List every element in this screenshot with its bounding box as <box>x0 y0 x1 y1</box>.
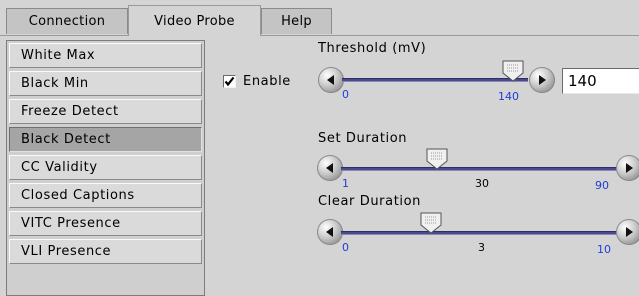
set-duration-max-label: 90 <box>595 179 609 192</box>
set-duration-title: Set Duration <box>318 131 408 146</box>
left-arrow-icon <box>326 227 333 237</box>
right-arrow-icon <box>626 163 633 173</box>
tab-bar: Connection Video Probe Help <box>0 0 639 36</box>
clear-duration-min-label: 0 <box>342 241 349 254</box>
enable-toggle[interactable]: Enable <box>223 74 291 89</box>
left-arrow-icon <box>326 163 333 173</box>
threshold-decrement-button[interactable] <box>318 67 344 93</box>
clear-duration-title: Clear Duration <box>318 194 421 209</box>
clear-duration-slider-track[interactable] <box>341 231 619 235</box>
clear-duration-value-label: 3 <box>478 241 485 254</box>
threshold-increment-button[interactable] <box>529 67 555 93</box>
sidebar-item-vitc-presence[interactable]: VITC Presence <box>9 211 202 236</box>
clear-duration-slider-thumb[interactable] <box>420 212 442 234</box>
sidebar-item-white-max[interactable]: White Max <box>9 43 202 68</box>
sidebar-item-vli-presence[interactable]: VLI Presence <box>9 239 202 264</box>
slider-thumb-icon <box>420 212 442 234</box>
tab-help[interactable]: Help <box>261 8 332 34</box>
checkmark-icon <box>224 76 235 87</box>
set-duration-value-label: 30 <box>475 177 489 190</box>
sidebar-item-black-min[interactable]: Black Min <box>9 71 202 96</box>
set-duration-increment-button[interactable] <box>616 155 639 181</box>
threshold-slider-track[interactable] <box>342 78 528 82</box>
sidebar-item-closed-captions[interactable]: Closed Captions <box>9 183 202 208</box>
right-arrow-icon <box>626 227 633 237</box>
enable-label: Enable <box>243 74 291 89</box>
set-duration-decrement-button[interactable] <box>317 155 343 181</box>
set-duration-slider-thumb[interactable] <box>426 148 448 170</box>
clear-duration-decrement-button[interactable] <box>317 219 343 245</box>
threshold-value-label: 140 <box>498 90 519 103</box>
threshold-slider-thumb[interactable] <box>502 60 524 82</box>
slider-thumb-icon <box>426 148 448 170</box>
sidebar: White Max Black Min Freeze Detect Black … <box>6 40 205 296</box>
clear-duration-max-label: 10 <box>597 243 611 256</box>
tab-divider <box>0 35 639 36</box>
tab-video-probe[interactable]: Video Probe <box>128 5 261 36</box>
sidebar-item-cc-validity[interactable]: CC Validity <box>9 155 202 180</box>
sidebar-item-black-detect[interactable]: Black Detect <box>9 127 202 152</box>
set-duration-min-label: 1 <box>342 177 349 190</box>
tab-connection[interactable]: Connection <box>6 8 128 34</box>
threshold-min-label: 0 <box>342 88 349 101</box>
slider-thumb-icon <box>502 60 524 82</box>
threshold-value-input[interactable]: 140 <box>562 68 639 94</box>
enable-checkbox[interactable] <box>223 75 236 88</box>
sidebar-item-freeze-detect[interactable]: Freeze Detect <box>9 99 202 124</box>
threshold-title: Threshold (mV) <box>318 41 427 56</box>
set-duration-slider-track[interactable] <box>341 167 619 171</box>
left-arrow-icon <box>327 75 334 85</box>
right-arrow-icon <box>539 75 546 85</box>
clear-duration-increment-button[interactable] <box>616 219 639 245</box>
